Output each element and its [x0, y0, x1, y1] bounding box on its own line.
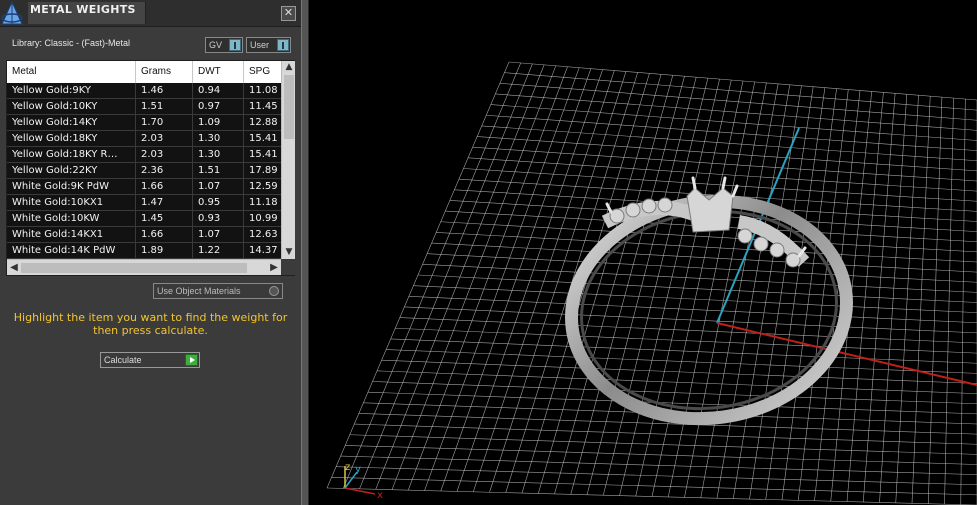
play-icon [185, 354, 198, 366]
cell-spg: 15.41 [249, 149, 278, 160]
scroll-up-icon[interactable]: ▲ [282, 61, 296, 74]
table-row[interactable]: White Gold:10KW 1.45 0.93 10.99 [7, 211, 281, 227]
close-icon[interactable]: ✕ [281, 6, 296, 21]
cell-spg: 15.41 [249, 133, 278, 144]
cell-grams: 1.66 [136, 227, 193, 242]
cell-dwt: 1.30 [193, 131, 244, 146]
cell-grams: 2.03 [136, 131, 193, 146]
use-object-materials-toggle[interactable]: Use Object Materials [153, 283, 283, 299]
table-body: Yellow Gold:9KY 1.46 0.94 11.08 Yellow Gold:… [7, 83, 281, 259]
cell-spg: 14.37 [249, 245, 278, 256]
viewport-canvas[interactable]: z y x [309, 0, 977, 505]
cell-grams: 1.46 [136, 83, 193, 98]
table-header: Metal Grams DWT SPG [7, 61, 281, 83]
cell-metal: White Gold:10KX1 [7, 195, 136, 210]
cell-metal: Yellow Gold:18KY R… [7, 147, 136, 162]
column-header-grams[interactable]: Grams [136, 61, 193, 83]
scroll-left-icon[interactable]: ◀ [7, 260, 21, 276]
cell-metal: White Gold:14KX1 [7, 227, 136, 242]
cell-metal: Yellow Gold:10KY [7, 99, 136, 114]
cell-grams: 1.89 [136, 243, 193, 258]
panel-splitter[interactable] [301, 0, 309, 505]
scroll-down-icon[interactable]: ▼ [282, 246, 296, 259]
app-logo-icon [1, 0, 23, 25]
cell-grams: 2.36 [136, 163, 193, 178]
cell-metal: Yellow Gold:22KY [7, 163, 136, 178]
3d-viewport[interactable]: z y x [309, 0, 977, 505]
cell-spg: 11.18 [249, 197, 278, 208]
cell-grams: 1.47 [136, 195, 193, 210]
dropdown-arrow-icon [277, 39, 289, 51]
user-dropdown[interactable]: User [246, 37, 291, 53]
gv-dropdown-label: GV [209, 40, 223, 50]
scroll-right-icon[interactable]: ▶ [267, 260, 281, 276]
column-header-dwt[interactable]: DWT [193, 61, 244, 83]
panel-titlebar[interactable]: METAL WEIGHTS ✕ [0, 0, 301, 27]
column-header-spg[interactable]: SPG [244, 61, 281, 83]
cell-spg: 12.59 [249, 181, 278, 192]
cell-spg: 11.08 [249, 85, 278, 96]
use-object-materials-label: Use Object Materials [157, 286, 241, 296]
ring-model[interactable] [557, 176, 860, 436]
cell-dwt: 0.93 [193, 211, 244, 226]
table-row[interactable]: Yellow Gold:22KY 2.36 1.51 17.89 [7, 163, 281, 179]
vertical-scroll-thumb[interactable] [284, 75, 294, 139]
instruction-text: Highlight the item you want to find the … [13, 311, 288, 337]
cell-spg: 12.63 [249, 229, 278, 240]
cell-spg: 11.45 [249, 101, 278, 112]
cell-grams: 1.51 [136, 99, 193, 114]
cell-dwt: 0.97 [193, 99, 244, 114]
cell-metal: White Gold:9K PdW [7, 179, 136, 194]
table-row[interactable]: Yellow Gold:14KY 1.70 1.09 12.88 [7, 115, 281, 131]
cell-metal: White Gold:14K PdW [7, 243, 136, 258]
table-row[interactable]: Yellow Gold:18KY 2.03 1.30 15.41 [7, 131, 281, 147]
panel-title: METAL WEIGHTS [28, 2, 146, 24]
table-row[interactable]: White Gold:14K PdW 1.89 1.22 14.37 [7, 243, 281, 259]
gizmo-z-label: z [345, 462, 350, 473]
user-dropdown-label: User [250, 40, 270, 50]
cell-grams: 1.66 [136, 179, 193, 194]
cell-dwt: 1.22 [193, 243, 244, 258]
table-row[interactable]: Yellow Gold:9KY 1.46 0.94 11.08 [7, 83, 281, 99]
gizmo-y-label: y [355, 464, 361, 475]
metal-weights-panel: METAL WEIGHTS ✕ Library: Classic - (Fast… [0, 0, 301, 505]
scrollbar-corner [281, 259, 295, 275]
cell-spg: 10.99 [249, 213, 278, 224]
cell-dwt: 1.51 [193, 163, 244, 178]
cell-dwt: 1.07 [193, 227, 244, 242]
table-row[interactable]: White Gold:14KX1 1.66 1.07 12.63 [7, 227, 281, 243]
gv-dropdown[interactable]: GV [205, 37, 243, 53]
cell-metal: Yellow Gold:14KY [7, 115, 136, 130]
cell-dwt: 1.07 [193, 179, 244, 194]
cell-metal: Yellow Gold:18KY [7, 131, 136, 146]
gizmo-x-label: x [377, 490, 383, 501]
cell-dwt: 0.95 [193, 195, 244, 210]
ground-grid [326, 61, 977, 505]
cell-spg: 17.89 [249, 165, 278, 176]
cell-dwt: 0.94 [193, 83, 244, 98]
cell-spg: 12.88 [249, 117, 278, 128]
library-label: Library: Classic - (Fast)-Metal [12, 38, 131, 48]
horizontal-scroll-thumb[interactable] [21, 263, 247, 273]
cell-grams: 1.45 [136, 211, 193, 226]
cell-grams: 2.03 [136, 147, 193, 162]
cell-dwt: 1.09 [193, 115, 244, 130]
horizontal-scrollbar[interactable]: ◀ ▶ [7, 259, 281, 275]
column-header-metal[interactable]: Metal [7, 61, 136, 83]
table-row[interactable]: Yellow Gold:10KY 1.51 0.97 11.45 [7, 99, 281, 115]
cell-grams: 1.70 [136, 115, 193, 130]
cell-dwt: 1.30 [193, 147, 244, 162]
table-row[interactable]: White Gold:10KX1 1.47 0.95 11.18 [7, 195, 281, 211]
cell-metal: White Gold:10KW [7, 211, 136, 226]
radio-icon [269, 286, 279, 296]
table-row[interactable]: Yellow Gold:18KY R… 2.03 1.30 15.41 [7, 147, 281, 163]
calculate-button[interactable]: Calculate [100, 352, 200, 368]
table-row[interactable]: White Gold:9K PdW 1.66 1.07 12.59 [7, 179, 281, 195]
metal-table: Metal Grams DWT SPG Yellow Gold:9KY 1.46 0… [6, 60, 295, 276]
vertical-scrollbar[interactable]: ▲ ▼ [281, 61, 295, 259]
calculate-label: Calculate [104, 355, 142, 365]
dropdown-arrow-icon [229, 39, 241, 51]
cell-metal: Yellow Gold:9KY [7, 83, 136, 98]
